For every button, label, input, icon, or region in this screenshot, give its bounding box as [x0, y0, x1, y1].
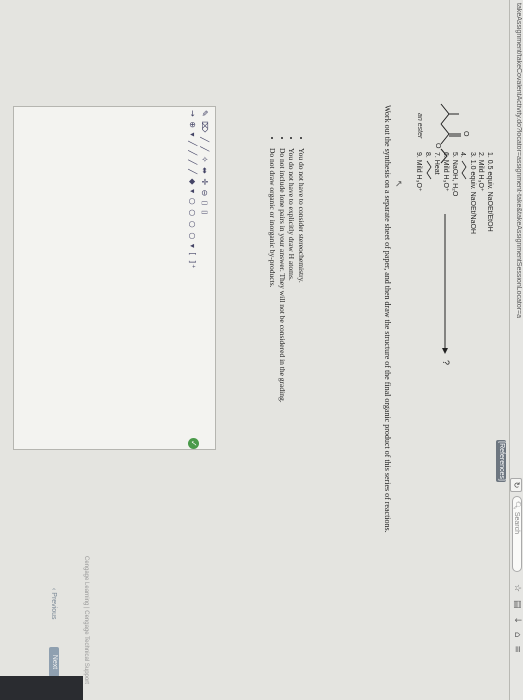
svg-text:O: O — [434, 143, 441, 149]
drawing-toolbar-row-1[interactable]: ✎ ⌦ ╱ ╱ ✧ ⬌ ✛ ⊖ ⌷ ⌷ — [199, 110, 209, 216]
system-dock — [0, 676, 83, 700]
svg-text:O: O — [462, 131, 469, 137]
reagent-step: 8. — [422, 152, 432, 234]
reagent-step: 9. Mild H₃O⁺ — [415, 152, 423, 192]
bullet-item: Do not draw organic or inorganic by-prod… — [268, 148, 278, 403]
download-icon[interactable]: ↓ — [512, 616, 522, 624]
bullet-item: You do not have to explicitly draw H ato… — [287, 148, 297, 403]
previous-button[interactable]: ‹ Previous — [50, 588, 57, 620]
reaction-arrow — [442, 214, 448, 354]
browser-toolbar: takeAssignment/takeCovalentActivity.do?l… — [509, 0, 523, 700]
drawing-toolbar-row-2[interactable]: → ⊕ ▾ ╱ ╱ ╱ ╱ ◆ ▾ ○ ○ ○ ○ ▾ [ ]⁺ — [188, 110, 197, 269]
reagent-step: 4. — [458, 152, 468, 234]
browser-icons: ☆ ▤ ↓ ⌂ ≡ — [512, 584, 522, 658]
instruction-text: Work out the synthesis on a separate she… — [383, 105, 392, 533]
instruction-bullets: You do not have to consider stereochemis… — [268, 138, 307, 403]
menu-icon[interactable]: ≡ — [512, 645, 522, 653]
search-placeholder: Search — [513, 511, 520, 535]
reagent-step: 1. 0.5 equiv. NaOEt/EtOH — [486, 152, 493, 232]
alkyl-halide-structure — [461, 160, 467, 180]
reagent-list: 1. 0.5 equiv. NaOEt/EtOH 2. Mild H₃O⁺ 3.… — [414, 152, 493, 234]
assignment-page: [References] O O an ester 1. 0.5 equiv. … — [0, 0, 509, 700]
check-answer-icon[interactable]: ✓ — [188, 438, 199, 449]
footer-links[interactable]: Cengage Learning | Cengage Technical Sup… — [83, 556, 89, 684]
reagent-step: 7. Heat — [433, 152, 441, 175]
bullet-item: You do not have to consider stereochemis… — [297, 148, 306, 403]
next-button[interactable]: Next — [49, 647, 59, 677]
references-button[interactable]: [References] — [496, 440, 506, 482]
bullet-item: Do not include lone pairs in your answer… — [278, 148, 287, 403]
reagent-step: 3. 1.0 equiv. NaOEt/NaOH — [468, 152, 476, 234]
alkyl-halide-structure — [426, 160, 432, 180]
ester-label: an ester — [416, 113, 423, 139]
reagent-step: 5. NaOH, H₂O — [450, 152, 458, 197]
star-icon[interactable]: ☆ — [512, 584, 522, 592]
reload-icon[interactable]: ↻ — [510, 478, 522, 492]
structure-drawing-canvas[interactable] — [13, 106, 216, 450]
reading-list-icon[interactable]: ▤ — [512, 600, 522, 609]
address-bar[interactable]: takeAssignment/takeCovalentActivity.do?l… — [512, 3, 522, 473]
search-input[interactable]: 🔍︎ Search — [512, 496, 522, 572]
reagent-step: 2. Mild H₃O⁺ — [477, 152, 485, 192]
mouse-cursor-icon: ↖ — [393, 180, 403, 188]
screen: takeAssignment/takeCovalentActivity.do?l… — [0, 0, 523, 700]
unknown-product-mark: ? — [441, 360, 451, 366]
home-icon[interactable]: ⌂ — [512, 632, 522, 638]
